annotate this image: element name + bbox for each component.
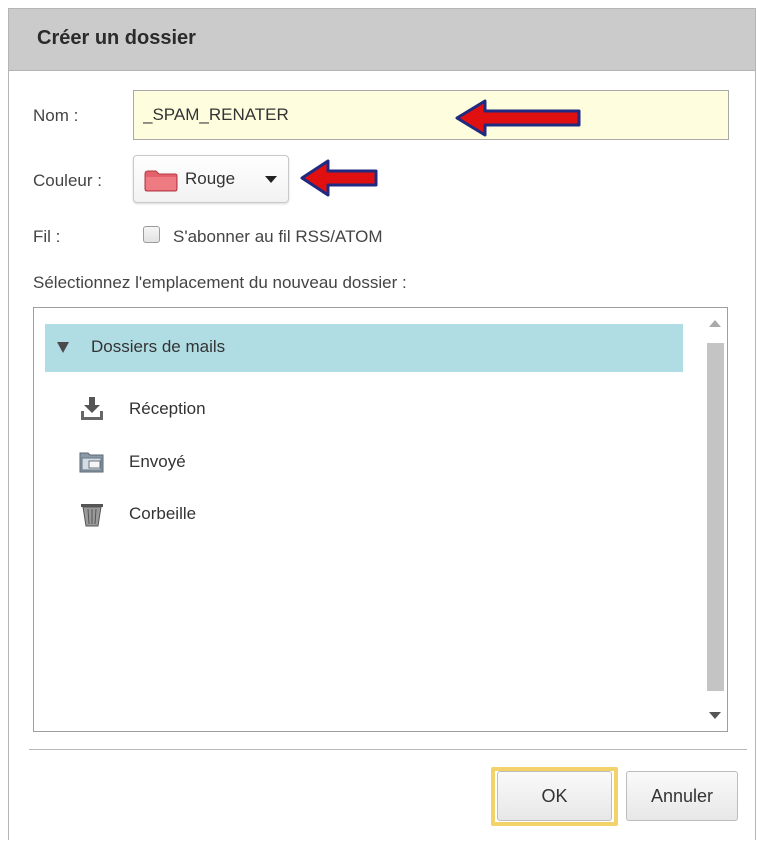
- chevron-down-icon: [265, 176, 277, 183]
- dialog-title: Créer un dossier: [37, 27, 196, 49]
- inbox-download-icon: [81, 397, 103, 420]
- scrollbar-thumb[interactable]: [707, 343, 724, 691]
- scroll-down-arrow-icon[interactable]: [709, 712, 721, 719]
- color-dropdown-button[interactable]: Rouge: [133, 155, 289, 203]
- tree-item-label: Corbeille: [129, 504, 197, 523]
- tree-item-label: Envoyé: [129, 452, 186, 471]
- annotation-arrow-name: [455, 99, 581, 137]
- location-label: Sélectionnez l'emplacement du nouveau do…: [33, 273, 407, 292]
- cancel-button[interactable]: Annuler: [626, 771, 738, 821]
- color-label: Couleur :: [33, 171, 102, 190]
- name-label: Nom :: [33, 106, 79, 125]
- scroll-up-arrow-icon[interactable]: [709, 320, 721, 327]
- expand-triangle-icon[interactable]: [57, 342, 69, 353]
- tree-item-label: Réception: [129, 399, 206, 418]
- tree-root-label: Dossiers de mails: [91, 337, 226, 356]
- trash-icon: [81, 504, 103, 527]
- color-dropdown-value: Rouge: [185, 169, 236, 188]
- footer-divider: [29, 749, 747, 750]
- red-folder-icon: [144, 170, 178, 192]
- subscribe-rss-checkbox[interactable]: [143, 226, 160, 243]
- dialog-titlebar: Créer un dossier: [9, 9, 755, 71]
- feed-label: Fil :: [33, 227, 61, 246]
- tree-root-mail-folders[interactable]: Dossiers de mails: [45, 324, 683, 372]
- annotation-arrow-color: [300, 159, 378, 197]
- tree-scrollbar[interactable]: [704, 309, 726, 730]
- ok-button[interactable]: OK: [497, 771, 612, 821]
- sent-folder-icon: [79, 452, 104, 473]
- folder-tree: Dossiers de mails Réception Envoyé Corbe…: [33, 307, 728, 732]
- create-folder-dialog: Créer un dossier Nom : Couleur : Rouge F…: [8, 8, 756, 840]
- subscribe-rss-label[interactable]: S'abonner au fil RSS/ATOM: [173, 227, 383, 247]
- folder-name-input[interactable]: [133, 90, 729, 140]
